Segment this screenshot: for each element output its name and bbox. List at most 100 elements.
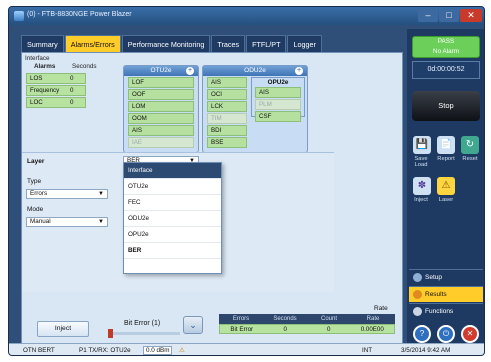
cell-count: 0 [327,326,331,333]
inject-button[interactable]: Inject [37,321,89,337]
odu2e-alarm-lck[interactable]: LCK [207,101,247,112]
right-sidebar: PASS No Alarm 0d:00:00:52 Stop 💾 📄 ↻ Sav… [407,29,484,349]
status-clock-source: INT [362,347,373,354]
otu2e-alarm-lom[interactable]: LOM [128,101,194,112]
layer-option-fec[interactable]: FEC [124,195,221,211]
alarm-seconds: 0 [70,75,74,82]
minimize-button[interactable]: – [418,9,438,22]
interface-title: Interface [25,55,50,62]
exit-button[interactable]: ✕ [461,325,479,343]
close-icon: ✕ [466,329,474,338]
otu2e-panel: OTU2e + LOF OOF LOM OOM AIS IAE [123,65,199,153]
alarm-seconds: 0 [70,87,74,94]
cell-seconds: 0 [283,326,287,333]
chevron-down-icon: ⌄ [189,320,197,330]
inject-label: Inject [414,197,428,203]
save-load-icon[interactable]: 💾 [413,136,431,154]
error-summary-table: Errors Seconds Count Rate Bit Error 0 0 … [219,314,395,334]
laser-warning-icon[interactable]: ⚠ [437,177,455,195]
slider-knob[interactable] [108,329,113,338]
opu2e-alarm-csf[interactable]: CSF [255,111,301,122]
cell-name: Bit Error [230,326,254,333]
report-icon[interactable]: 📄 [437,136,455,154]
otu2e-alarm-ais[interactable]: AIS [128,125,194,136]
main-content: Interface Alarms Seconds LOS 0 Frequency 0… [21,52,403,348]
expand-down-button[interactable]: ⌄ [183,316,203,334]
odu2e-alarm-bdi[interactable]: BDI [207,125,247,136]
table-row[interactable]: Bit Error 0 0 0.00E00 [219,324,395,334]
menu-functions[interactable]: Functions [409,303,483,319]
alarm-name: LOC [30,99,43,106]
alarm-row-loc[interactable]: LOC 0 [26,97,86,108]
odu2e-panel-header: ODU2e + [203,66,307,76]
app-icon [14,11,24,21]
expand-icon[interactable]: + [186,67,194,75]
table-header: Errors Seconds Count Rate [219,314,395,324]
opu2e-title: OPU2e [267,79,289,86]
tab-performance-monitoring[interactable]: Performance Monitoring [121,35,211,52]
alarm-name: LOS [30,75,43,82]
tab-logger[interactable]: Logger [287,35,322,52]
mode-select[interactable]: Manual ▼ [26,217,108,227]
layer-label: Layer [27,158,45,165]
menu-functions-label: Functions [425,308,454,315]
bit-error-slider[interactable] [108,329,180,338]
maximize-button[interactable]: □ [439,9,459,22]
menu-results[interactable]: Results [409,286,483,302]
mode-label: Mode [27,206,44,213]
layer-option-interface[interactable]: Interface [124,163,221,179]
otu2e-panel-header: OTU2e + [124,66,198,76]
odu2e-alarm-oci[interactable]: OCI [207,89,247,100]
otu2e-title: OTU2e [150,67,172,74]
tab-summary[interactable]: Summary [21,35,64,52]
reset-icon[interactable]: ↻ [461,136,479,154]
window-title: (0) - FTB-8830NGE Power Blazer [27,11,132,18]
about-button[interactable]: ⏻ [437,325,455,343]
odu2e-alarm-list: AIS OCI LCK TIM BDI BSE [203,76,251,148]
layer-option-ber[interactable]: BER [124,243,221,259]
otu2e-alarm-oof[interactable]: OOF [128,89,194,100]
chevron-down-icon: ▼ [98,191,104,197]
inject-icon[interactable]: ✽ [413,177,431,195]
opu2e-alarm-ais[interactable]: AIS [255,87,301,98]
type-label: Type [27,178,42,185]
odu2e-alarm-ais[interactable]: AIS [207,77,247,88]
close-button[interactable]: ✕ [460,9,482,22]
odu2e-alarm-bse[interactable]: BSE [207,137,247,148]
opu2e-subpanel: OPU2e AIS PLM CSF [251,77,305,122]
opu2e-alarm-plm[interactable]: PLM [255,99,301,110]
warning-icon: ⚠ [179,347,185,354]
expand-icon[interactable]: + [295,67,303,75]
report-label: Report [437,156,455,162]
save-load-label: Save Load [414,156,428,168]
alarm-row-los[interactable]: LOS 0 [26,73,86,84]
help-button[interactable]: ? [413,325,431,343]
alarm-seconds: 0 [70,99,74,106]
tab-ftfl-pt[interactable]: FTFL/PT [246,35,287,52]
tools-icon [413,307,422,316]
help-icon: ? [419,329,425,338]
layer-dropdown-list: Interface OTU2e FEC ODU2e OPU2e BER [123,162,222,274]
odu2e-alarm-tim[interactable]: TIM [207,113,247,124]
otu2e-alarm-iae[interactable]: IAE [128,137,194,148]
status-datetime: 3/5/2014 9:42 AM [401,347,451,354]
type-select[interactable]: Errors ▼ [26,189,108,199]
header-errors: Errors [232,316,250,322]
tab-alarms-errors[interactable]: Alarms/Errors [64,35,121,52]
rate-header: Rate [374,305,388,312]
otu2e-alarm-oom[interactable]: OOM [128,113,194,124]
gear-icon [413,273,422,282]
alarm-row-frequency[interactable]: Frequency 0 [26,85,86,96]
menu-setup[interactable]: Setup [409,269,483,285]
title-bar: (0) - FTB-8830NGE Power Blazer – □ ✕ [9,7,484,25]
layer-option-opu2e[interactable]: OPU2e [124,227,221,243]
bit-error-label: Bit Error (1) [124,320,161,327]
power-icon: ⏻ [442,329,450,338]
layer-option-odu2e[interactable]: ODU2e [124,211,221,227]
otu2e-alarm-lof[interactable]: LOF [128,77,194,88]
tab-traces[interactable]: Traces [211,35,246,52]
test-timer: 0d:00:00:52 [412,61,480,79]
stop-button[interactable]: Stop [412,91,480,121]
chevron-down-icon: ▼ [98,219,104,225]
layer-option-otu2e[interactable]: OTU2e [124,179,221,195]
